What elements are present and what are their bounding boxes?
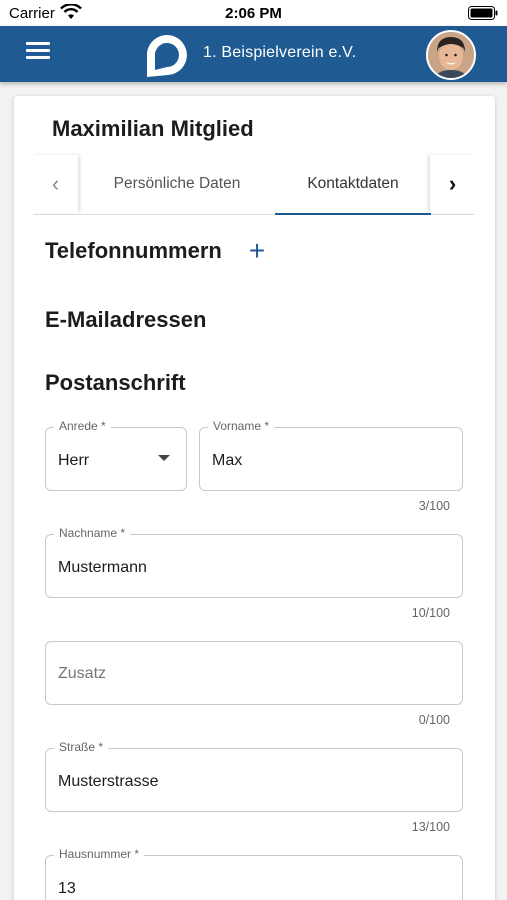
first-name-value: Max: [212, 452, 243, 469]
clock-label: 2:06 PM: [225, 5, 282, 22]
club-logo-icon: [147, 35, 187, 77]
user-avatar-icon: [428, 32, 474, 78]
last-name-value: Mustermann: [58, 559, 147, 576]
member-name: Maximilian Mitglied: [52, 116, 254, 141]
house-number-value: 13: [58, 880, 76, 897]
first-name-label: Vorname *: [208, 419, 275, 433]
house-number-label: Hausnummer *: [54, 847, 145, 861]
battery-icon: [468, 6, 498, 20]
app-bar: 1. Beispielverein e.V.: [0, 26, 507, 82]
first-name-counter: 3/100: [418, 499, 450, 513]
postal-heading: Postanschrift: [45, 370, 186, 395]
addition-field[interactable]: Zusatz: [45, 641, 463, 705]
street-label: Straße *: [54, 740, 109, 754]
last-name-counter: 10/100: [411, 606, 450, 620]
status-bar: Carrier 2:06 PM: [0, 0, 507, 26]
add-phone-icon[interactable]: +: [245, 237, 269, 266]
dropdown-arrow-icon: [158, 455, 170, 461]
tab-scroll-right-icon[interactable]: ›: [430, 155, 475, 213]
addition-counter: 0/100: [418, 713, 450, 727]
salutation-value: Herr: [58, 452, 90, 469]
street-value: Musterstrasse: [58, 773, 159, 790]
emails-heading: E-Mailadressen: [45, 307, 207, 332]
house-number-field[interactable]: Hausnummer * 13: [45, 847, 463, 900]
tab-bar: ‹ Persönliche Daten Kontaktdaten ›: [33, 155, 475, 215]
club-name: 1. Beispielverein e.V.: [203, 44, 357, 61]
salutation-label: Anrede *: [54, 419, 111, 433]
tab-persoenliche-daten[interactable]: Persönliche Daten: [80, 155, 274, 213]
street-field[interactable]: Straße * Musterstrasse: [45, 740, 463, 812]
phones-heading: Telefonnummern: [45, 238, 222, 263]
tab-kontaktdaten[interactable]: Kontaktdaten: [275, 155, 431, 215]
tab-scroll-left-icon[interactable]: ‹: [33, 155, 78, 213]
menu-icon[interactable]: [26, 42, 52, 64]
salutation-select[interactable]: Anrede * Herr: [45, 419, 187, 491]
first-name-field[interactable]: Vorname * Max: [199, 419, 463, 491]
avatar[interactable]: [426, 30, 476, 80]
last-name-field[interactable]: Nachname * Mustermann: [45, 526, 463, 598]
street-counter: 13/100: [411, 820, 450, 834]
addition-placeholder: Zusatz: [58, 665, 107, 682]
last-name-label: Nachname *: [54, 526, 131, 540]
